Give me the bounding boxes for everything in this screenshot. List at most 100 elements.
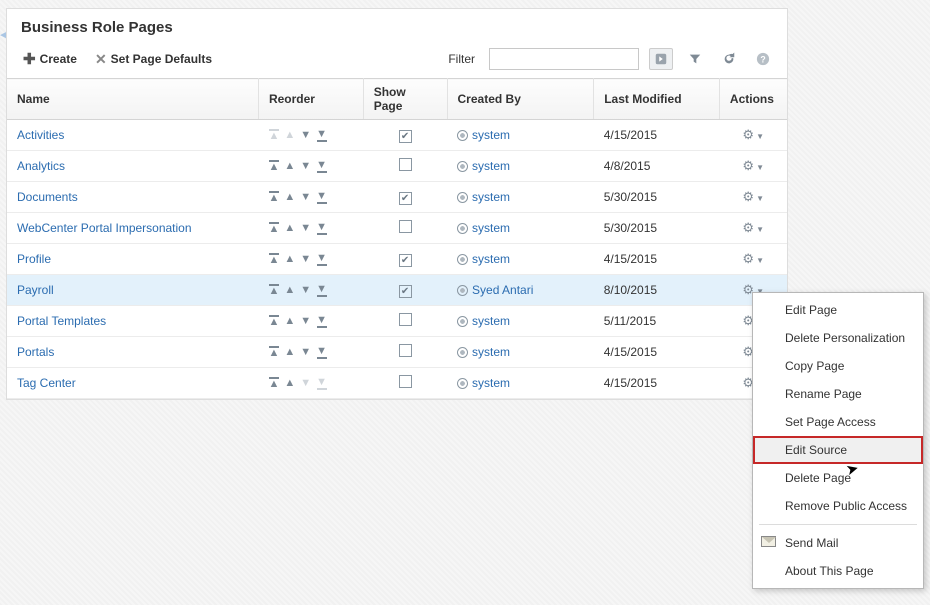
move-top-icon[interactable]: ▲ [268,346,279,359]
created-by-link[interactable]: system [472,345,510,359]
move-down-icon[interactable]: ▼ [300,254,311,265]
menu-about-this-page[interactable]: About This Page [753,557,923,585]
actions-menu-button[interactable]: ⚙▼ [742,251,764,266]
actions-menu-button[interactable]: ⚙▼ [742,158,764,173]
move-down-icon[interactable]: ▼ [300,161,311,172]
table-row[interactable]: WebCenter Portal Impersonation ▲ ▲ ▼ ▼ system… [7,213,787,244]
move-up-icon[interactable]: ▲ [284,130,295,141]
table-row[interactable]: Tag Center▲▲▼▼system4/15/2015⚙▼ [7,368,787,399]
move-up-icon[interactable]: ▲ [284,285,295,296]
move-top-icon[interactable]: ▲ [268,315,279,328]
create-button[interactable]: ✚ Create [19,48,81,70]
page-name-link[interactable]: Profile [17,252,51,266]
menu-send-mail[interactable]: Send Mail [753,529,923,557]
filter-funnel-button[interactable] [683,48,707,70]
refresh-button[interactable] [717,48,741,70]
page-name-link[interactable]: Payroll [17,283,54,297]
col-reorder[interactable]: Reorder [258,79,363,120]
created-by-link[interactable]: system [472,128,510,142]
move-bottom-icon[interactable]: ▼ [316,191,327,204]
move-bottom-icon[interactable]: ▼ [316,160,327,173]
menu-copy-page[interactable]: Copy Page [753,352,923,380]
move-top-icon[interactable]: ▲ [268,222,279,235]
page-name-link[interactable]: WebCenter Portal Impersonation [17,221,192,235]
move-down-icon[interactable]: ▼ [300,316,311,327]
actions-menu-button[interactable]: ⚙▼ [742,220,764,235]
move-bottom-icon[interactable]: ▼ [316,253,327,266]
created-by-link[interactable]: system [472,221,510,235]
move-up-icon[interactable]: ▲ [284,192,295,203]
page-name-link[interactable]: Documents [17,190,78,204]
move-bottom-icon[interactable]: ▼ [316,284,327,297]
created-by-link[interactable]: system [472,252,510,266]
set-page-defaults-button[interactable]: ✕ Set Page Defaults [91,49,216,70]
move-top-icon[interactable]: ▲ [268,253,279,266]
move-down-icon[interactable]: ▼ [300,192,311,203]
created-by-link[interactable]: Syed Antari [472,283,533,297]
show-page-checkbox[interactable]: ✔ [399,285,412,298]
page-name-link[interactable]: Portal Templates [17,314,106,328]
created-by-link[interactable]: system [472,190,510,204]
menu-delete-page[interactable]: Delete Page [753,464,923,492]
menu-edit-source[interactable]: Edit Source [753,436,923,464]
actions-menu-button[interactable]: ⚙▼ [742,189,764,204]
move-down-icon[interactable]: ▼ [300,347,311,358]
actions-menu-button[interactable]: ⚙▼ [742,127,764,142]
move-down-icon[interactable]: ▼ [300,223,311,234]
col-created[interactable]: Created By [447,79,594,120]
move-up-icon[interactable]: ▲ [284,254,295,265]
table-row[interactable]: Profile▲▲▼▼✔system4/15/2015⚙▼ [7,244,787,275]
created-by-link[interactable]: system [472,314,510,328]
menu-remove-public-access[interactable]: Remove Public Access [753,492,923,520]
help-button[interactable]: ? [751,48,775,70]
move-top-icon[interactable]: ▲ [268,191,279,204]
show-page-checkbox[interactable] [399,220,412,233]
move-bottom-icon[interactable]: ▼ [316,222,327,235]
menu-delete-personalization[interactable]: Delete Personalization [753,324,923,352]
show-page-checkbox[interactable] [399,375,412,388]
table-row[interactable]: Analytics▲▲▼▼system4/8/2015⚙▼ [7,151,787,182]
menu-rename-page[interactable]: Rename Page [753,380,923,408]
move-up-icon[interactable]: ▲ [284,316,295,327]
table-row[interactable]: Portal Templates▲▲▼▼system5/11/2015⚙▼ [7,306,787,337]
show-page-checkbox[interactable] [399,313,412,326]
col-actions[interactable]: Actions [719,79,787,120]
table-row[interactable]: Portals▲▲▼▼system4/15/2015⚙▼ [7,337,787,368]
col-show[interactable]: Show Page [363,79,447,120]
show-page-checkbox[interactable] [399,158,412,171]
move-up-icon[interactable]: ▲ [284,223,295,234]
menu-edit-page[interactable]: Edit Page [753,296,923,324]
move-bottom-icon[interactable]: ▼ [316,377,327,390]
show-page-checkbox[interactable] [399,344,412,357]
table-row[interactable]: Payroll▲▲▼▼✔Syed Antari8/10/2015⚙▼ [7,275,787,306]
move-down-icon[interactable]: ▼ [300,285,311,296]
show-page-checkbox[interactable]: ✔ [399,192,412,205]
show-page-checkbox[interactable]: ✔ [399,254,412,267]
move-up-icon[interactable]: ▲ [284,347,295,358]
menu-set-page-access[interactable]: Set Page Access [753,408,923,436]
show-page-checkbox[interactable]: ✔ [399,130,412,143]
page-name-link[interactable]: Tag Center [17,376,76,390]
move-bottom-icon[interactable]: ▼ [316,129,327,142]
page-name-link[interactable]: Analytics [17,159,65,173]
table-row[interactable]: Activities▲▲▼▼✔system4/15/2015⚙▼ [7,120,787,151]
created-by-link[interactable]: system [472,159,510,173]
move-up-icon[interactable]: ▲ [284,161,295,172]
move-down-icon[interactable]: ▼ [300,130,311,141]
table-row[interactable]: Documents▲▲▼▼✔system5/30/2015⚙▼ [7,182,787,213]
move-down-icon[interactable]: ▼ [300,378,311,389]
col-name[interactable]: Name [7,79,258,120]
move-top-icon[interactable]: ▲ [268,284,279,297]
filter-go-button[interactable] [649,48,673,70]
move-bottom-icon[interactable]: ▼ [316,315,327,328]
filter-input[interactable] [489,48,639,70]
page-name-link[interactable]: Portals [17,345,54,359]
move-up-icon[interactable]: ▲ [284,378,295,389]
move-top-icon[interactable]: ▲ [268,129,279,142]
move-bottom-icon[interactable]: ▼ [316,346,327,359]
col-modified[interactable]: Last Modified [594,79,720,120]
move-top-icon[interactable]: ▲ [268,160,279,173]
page-name-link[interactable]: Activities [17,128,64,142]
created-by-link[interactable]: system [472,376,510,390]
move-top-icon[interactable]: ▲ [268,377,279,390]
